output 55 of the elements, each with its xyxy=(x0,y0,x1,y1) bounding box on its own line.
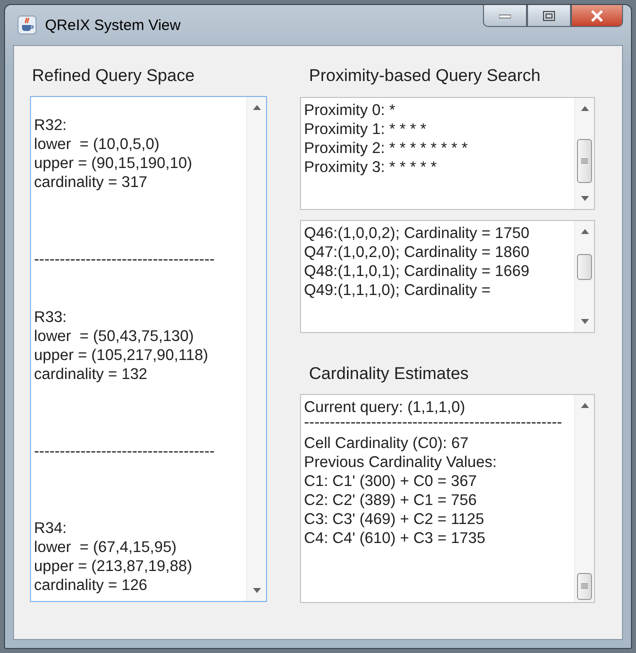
scroll-up-icon[interactable] xyxy=(580,229,588,234)
scroll-thumb[interactable] xyxy=(577,573,592,600)
scroll-up-icon[interactable] xyxy=(580,403,588,408)
section-heading: Refined Query Space xyxy=(32,66,196,87)
separator-line: -------------------------------------------------- xyxy=(304,417,564,429)
java-cup-icon xyxy=(17,15,37,35)
separator-line: ----------------------------------- xyxy=(34,250,216,269)
scroll-down-icon[interactable] xyxy=(252,588,260,593)
text-line: Previous Cardinality Values: xyxy=(304,453,498,472)
maximize-icon xyxy=(543,10,555,20)
text-line: lower = (50,43,75,130) xyxy=(34,327,195,346)
text-line: Proximity 3: * * * * * xyxy=(304,158,438,177)
text-line: Proximity 2: * * * * * * * * xyxy=(304,139,469,158)
text-area[interactable]: Proximity 0: * Proximity 1: * * * * Proximity 2: * * * * * * * * Proximity 3: * * * * * xyxy=(300,97,595,210)
scroll-thumb[interactable] xyxy=(577,139,592,183)
minimize-button[interactable] xyxy=(483,5,527,27)
close-button[interactable] xyxy=(571,5,623,27)
text-line: Proximity 0: * xyxy=(304,101,396,120)
scroll-down-icon[interactable] xyxy=(580,319,588,324)
text-line: R33: xyxy=(34,308,68,327)
text-area[interactable]: Q46:(1,0,0,2); Cardinality = 1750 Q47:(1,0,2,0); Cardinality = 1860 Q48:(1,1,0,1); Cardinality = 1669 Q49:(1,1,1,0); Cardinality = xyxy=(300,220,595,333)
text-line: upper = (90,15,190,10) xyxy=(34,154,194,173)
maximize-button[interactable] xyxy=(527,5,571,27)
text-line: Proximity 1: * * * * xyxy=(304,120,428,139)
text-line: Q48:(1,1,0,1); Cardinality = 1669 xyxy=(304,262,530,281)
text-line: Cell Cardinality (C0): 67 xyxy=(304,434,470,453)
scroll-down-icon[interactable] xyxy=(580,196,588,201)
text-line: Q49:(1,1,1,0); Cardinality = xyxy=(304,281,492,300)
text-line: C3: C3' (469) + C2 = 1125 xyxy=(304,510,486,529)
text-line: C4: C4' (610) + C3 = 1735 xyxy=(304,529,486,548)
text-line: R32: xyxy=(34,116,68,135)
text-line: cardinality = 126 xyxy=(34,576,148,595)
close-icon xyxy=(590,10,604,22)
text-line: Q47:(1,0,2,0); Cardinality = 1860 xyxy=(304,243,530,262)
section-heading: Proximity-based Query Search xyxy=(309,66,542,87)
text-line: lower = (67,4,15,95) xyxy=(34,538,178,557)
text-line: C1: C1' (300) + C0 = 367 xyxy=(304,472,478,491)
text-line: upper = (105,217,90,118) xyxy=(34,346,210,365)
text-line: cardinality = 132 xyxy=(34,365,148,384)
separator-line: ----------------------------------- xyxy=(34,442,216,461)
text-line: cardinality = 317 xyxy=(34,173,148,192)
scroll-up-icon[interactable] xyxy=(252,105,260,110)
text-area[interactable] xyxy=(30,96,267,602)
text-area[interactable] xyxy=(300,394,595,603)
text-line: R34: xyxy=(34,519,68,538)
minimize-icon xyxy=(499,12,511,18)
text-line: lower = (10,0,5,0) xyxy=(34,135,160,154)
text-line: Current query: (1,1,1,0) xyxy=(304,398,466,417)
scroll-thumb[interactable] xyxy=(577,254,592,280)
window-title: QReIX System View xyxy=(45,16,181,34)
scroll-up-icon[interactable] xyxy=(580,106,588,111)
section-heading: Cardinality Estimates xyxy=(309,364,470,385)
text-line: upper = (213,87,19,88) xyxy=(34,557,194,576)
text-line: Q46:(1,0,0,2); Cardinality = 1750 xyxy=(304,224,530,243)
text-line: C2: C2' (389) + C1 = 756 xyxy=(304,491,478,510)
